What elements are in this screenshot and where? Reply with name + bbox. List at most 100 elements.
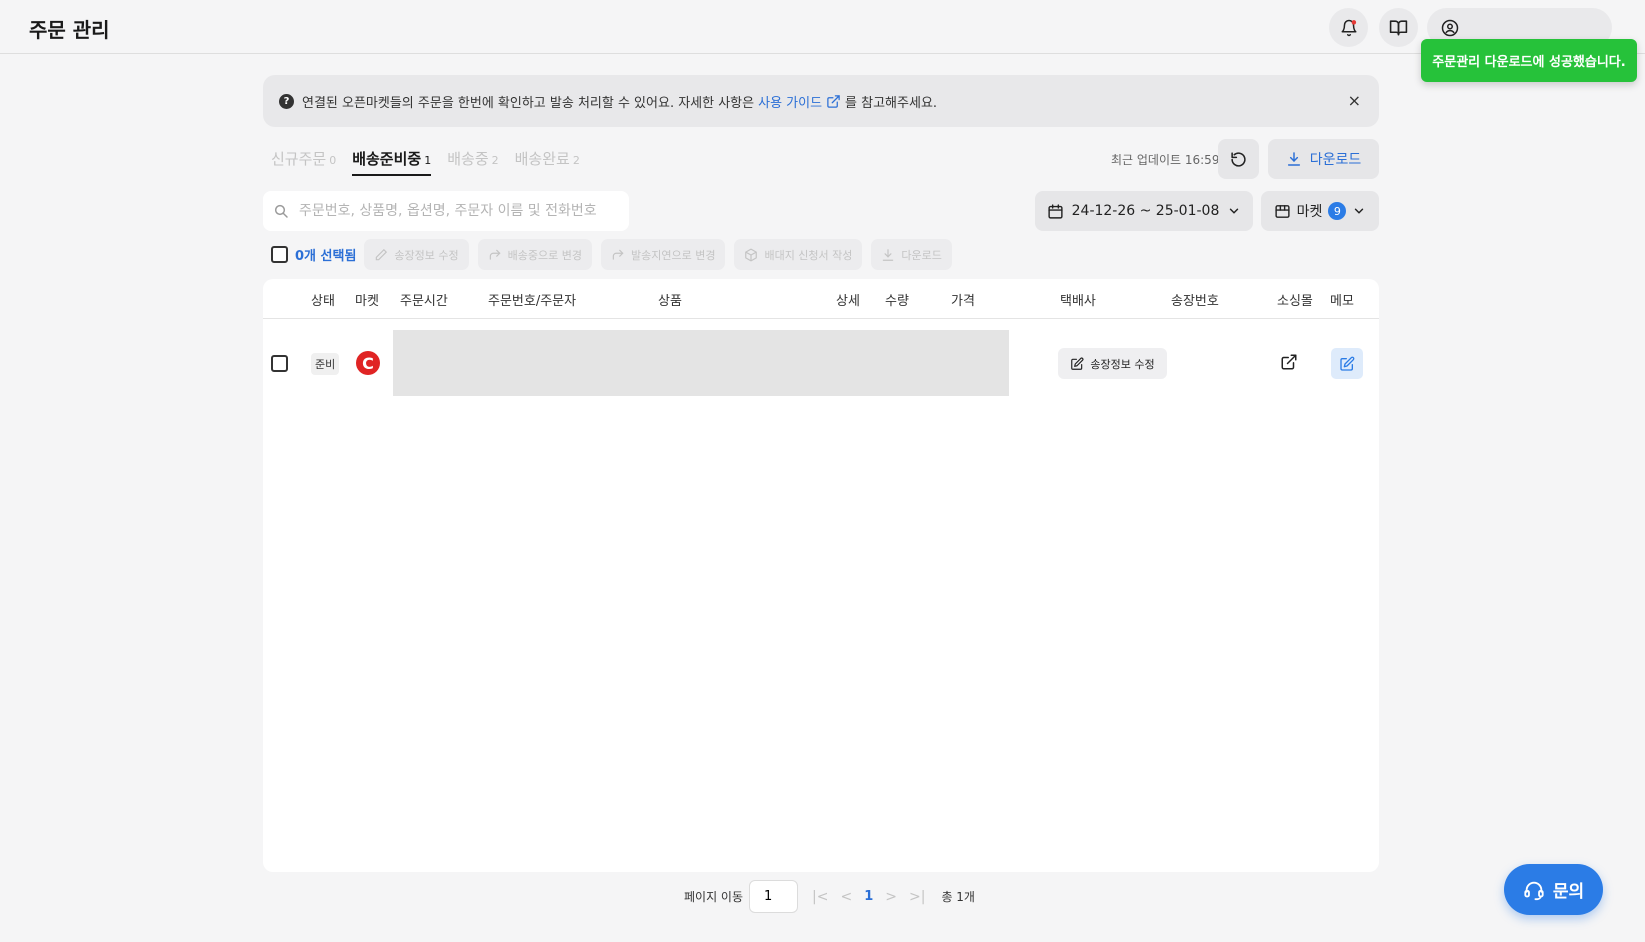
status-tabs: 신규주문 0 배송준비중 1 배송중 2 배송완료 2 [271,148,580,176]
bulk-download-button[interactable]: 다운로드 [871,239,952,270]
download-button[interactable]: 다운로드 [1268,139,1379,179]
column-header-market: 마켓 [355,294,379,309]
parcel-request-button[interactable]: 배대지 신청서 작성 [734,239,863,270]
column-header-memo: 메모 [1330,294,1354,309]
market-logo: C [356,351,380,375]
column-header-invoice-number: 송장번호 [1171,294,1219,309]
tab-delivered[interactable]: 배송완료 2 [515,148,580,174]
pencil-icon [376,248,388,260]
page-jump-label: 페이지 이동 [684,890,744,904]
edit-icon [1071,357,1084,370]
parcel-request-label: 배대지 신청서 작성 [764,248,853,262]
download-label: 다운로드 [1309,152,1362,168]
box-icon [745,248,758,261]
edit-invoice-label: 송장정보 수정 [394,248,459,262]
change-to-delayed-label: 발송지연으로 변경 [630,248,716,262]
column-header-price: 가격 [951,294,975,309]
column-header-product: 상품 [658,294,682,309]
top-bar: 주문 관리 [0,0,1645,54]
tab-label: 배송완료 [514,150,570,168]
table-header: 상태 마켓 주문시간 주문번호/주문자 상품 상세 수량 가격 택배사 송장번호… [263,279,1379,319]
change-to-delayed-button[interactable]: 발송지연으로 변경 [600,239,726,270]
column-header-order-time: 주문시간 [400,294,448,309]
column-header-status: 상태 [311,294,335,309]
bulk-download-label: 다운로드 [901,248,942,262]
tab-preparing[interactable]: 배송준비중 1 [352,148,432,176]
notification-button[interactable] [1329,8,1368,47]
guide-link[interactable]: 사용 가이드 [758,92,841,111]
refresh-button[interactable] [1218,139,1259,179]
search-icon [274,204,288,218]
external-link-icon [1281,354,1297,370]
search-box [263,191,629,231]
tab-count: 2 [491,154,499,167]
guide-book-button[interactable] [1379,8,1418,47]
date-range-value: 24-12-26 ~ 25-01-08 [1071,203,1220,219]
tab-label: 배송중 [447,150,489,168]
first-page-icon[interactable]: |< [812,889,828,905]
store-icon [1275,204,1290,218]
info-banner: ? 연결된 오픈마켓들의 주문을 한번에 확인하고 발송 처리할 수 있어요. … [263,75,1379,127]
column-header-sourcing-store: 소싱몰 [1277,294,1313,309]
external-link-icon [827,94,840,108]
row-checkbox[interactable] [271,355,288,372]
column-header-order-number: 주문번호/주문자 [488,294,577,309]
download-icon [883,248,894,261]
tab-shipping[interactable]: 배송중 2 [447,148,498,174]
last-page-icon[interactable]: >| [909,889,925,905]
select-all-checkbox[interactable] [271,246,288,263]
edit-invoice-row-label: 송장정보 수정 [1090,357,1155,371]
refresh-icon [1231,151,1246,167]
chevron-down-icon [1230,208,1239,214]
total-count: 총 1개 [941,890,975,904]
change-to-shipping-button[interactable]: 배송중으로 변경 [477,239,592,270]
current-page[interactable]: 1 [864,889,873,904]
banner-text: 연결된 오픈마켓들의 주문을 한번에 확인하고 발송 처리할 수 있어요. 자세… [302,95,755,111]
calendar-icon [1048,203,1063,219]
market-filter-label: 마켓 [1296,204,1323,220]
selected-count: 0개 선택됨 [295,249,357,264]
chevron-down-icon [1355,208,1364,214]
edit-icon [1340,356,1355,371]
book-icon [1389,20,1408,36]
help-circle-icon: ? [279,93,294,109]
tab-count: 2 [572,154,580,167]
download-icon [1287,152,1300,166]
tab-label: 신규주문 [271,150,327,168]
change-to-shipping-label: 배송중으로 변경 [507,248,582,262]
redacted-order-info [393,330,1009,396]
edit-invoice-button[interactable]: 송장정보 수정 [364,239,469,270]
next-page-icon[interactable]: > [885,889,897,905]
market-count-badge: 9 [1328,202,1347,220]
pagination: 페이지 이동 |< < 1 > >| 총 1개 [684,880,975,913]
page-jump-input[interactable] [749,880,799,913]
orders-table: 상태 마켓 주문시간 주문번호/주문자 상품 상세 수량 가격 택배사 송장번호… [263,279,1379,872]
tab-new-orders[interactable]: 신규주문 0 [271,148,336,174]
close-icon[interactable]: × [1348,91,1361,110]
tab-count: 1 [424,154,432,167]
headset-icon [1524,881,1544,900]
guide-link-label: 사용 가이드 [758,95,823,111]
sourcing-store-link[interactable] [1280,353,1298,375]
page-title: 주문 관리 [29,18,110,42]
column-header-detail: 상세 [836,294,860,309]
search-input[interactable] [299,203,614,219]
status-badge: 준비 [311,353,340,375]
banner-text-after: 를 참고해주세요. [845,95,938,111]
forward-arrow-icon [489,249,501,260]
last-update-text: 최근 업데이트 16:59 [1111,153,1220,167]
success-toast: 주문관리 다운로드에 성공했습니다. [1421,39,1637,82]
help-label: 문의 [1552,882,1585,902]
memo-button[interactable] [1331,348,1363,379]
tab-label: 배송준비중 [352,150,422,168]
help-button[interactable]: 문의 [1504,864,1603,915]
column-header-courier: 택배사 [1060,294,1096,309]
date-range-picker[interactable]: 24-12-26 ~ 25-01-08 [1035,191,1253,231]
tab-count: 0 [329,154,337,167]
prev-page-icon[interactable]: < [840,889,852,905]
toast-message: 주문관리 다운로드에 성공했습니다. [1432,55,1626,70]
user-icon [1441,19,1459,36]
forward-arrow-icon [612,249,624,260]
edit-invoice-row-button[interactable]: 송장정보 수정 [1058,348,1167,379]
market-filter[interactable]: 마켓 9 [1261,191,1379,231]
